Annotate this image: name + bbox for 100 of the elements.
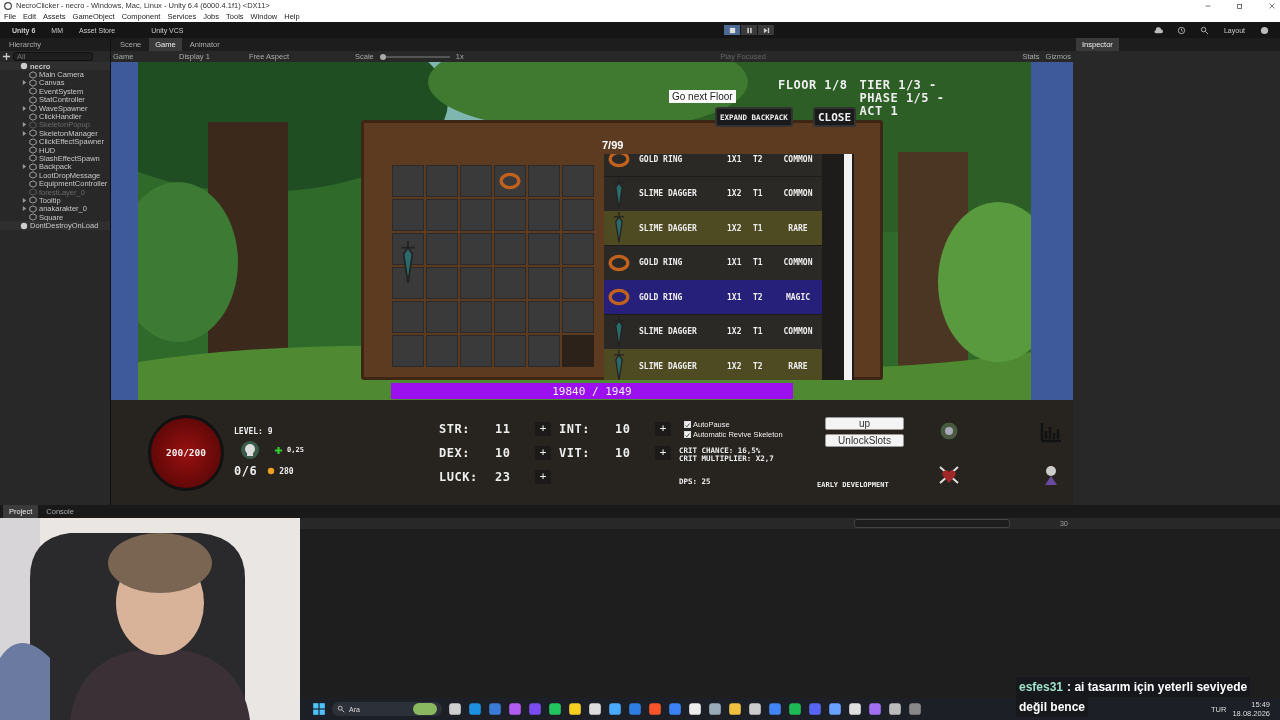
history-icon[interactable] bbox=[1176, 25, 1186, 35]
increase-button[interactable]: + bbox=[535, 445, 551, 460]
tier-label: T1 bbox=[753, 223, 764, 233]
search-field[interactable] bbox=[853, 519, 1010, 528]
increase-button[interactable]: + bbox=[655, 421, 671, 436]
size-label: 1X1 bbox=[727, 292, 743, 302]
rarity-label: COMMON bbox=[782, 327, 814, 336]
search-icon[interactable] bbox=[1199, 25, 1209, 35]
app-icon[interactable] bbox=[448, 702, 462, 716]
rarity-label: MAGIC bbox=[784, 292, 812, 302]
stat-value: 10 bbox=[495, 445, 512, 460]
expand-arrow-icon[interactable] bbox=[22, 80, 27, 86]
tier-label: T2 bbox=[753, 292, 764, 302]
item-count: 7/99 bbox=[602, 139, 624, 151]
stat-value: 11 bbox=[495, 421, 512, 436]
size-label: 1X2 bbox=[727, 223, 743, 233]
stat-label: DEX: bbox=[439, 445, 471, 460]
tier-label: T1 bbox=[753, 327, 764, 336]
rarity-label: COMMON bbox=[782, 154, 814, 164]
size-label: 1X2 bbox=[727, 361, 743, 371]
item-row[interactable]: GOLD RING 1X1 T2 COMMON bbox=[604, 154, 822, 176]
rarity-label: COMMON bbox=[782, 258, 814, 267]
skeleton-count: 0/6 bbox=[234, 464, 258, 478]
hud-button[interactable]: up bbox=[825, 416, 904, 430]
item-row[interactable]: SLIME DAGGER 1X2 T1 COMMON bbox=[604, 176, 822, 211]
stat-value: 10 bbox=[615, 421, 632, 436]
stop-icon bbox=[728, 26, 736, 34]
windows-icon[interactable] bbox=[312, 702, 326, 716]
floor-label: FLOOR 1/8 bbox=[778, 79, 848, 92]
app-icon[interactable] bbox=[688, 702, 702, 716]
item-row[interactable]: GOLD RING 1X1 T1 COMMON bbox=[604, 245, 822, 280]
item-name: SLIME DAGGER bbox=[639, 361, 698, 371]
tier-label: T2 bbox=[753, 154, 764, 164]
expand-arrow-icon[interactable] bbox=[22, 164, 27, 170]
chat-message: : ai tasarım için yeterli seviyede bbox=[1067, 679, 1248, 696]
item-row[interactable]: SLIME DAGGER 1X2 T1 COMMON bbox=[604, 314, 822, 349]
app-icon[interactable] bbox=[888, 702, 902, 716]
dagger-icon bbox=[399, 241, 417, 285]
slider-thumb[interactable] bbox=[379, 53, 386, 60]
checkbox[interactable] bbox=[684, 430, 691, 438]
scrollbar[interactable] bbox=[844, 154, 852, 380]
help-icon[interactable] bbox=[1260, 25, 1269, 35]
item-name: SLIME DAGGER bbox=[639, 327, 698, 336]
rarity-label: RARE bbox=[787, 223, 809, 233]
chat-username: esfes31 bbox=[1019, 679, 1064, 696]
hud-button[interactable]: UnlockSlots bbox=[825, 433, 904, 447]
increase-button[interactable]: + bbox=[655, 445, 671, 460]
item-name: SLIME DAGGER bbox=[639, 189, 698, 198]
inventory-slot[interactable] bbox=[494, 165, 526, 197]
item-row[interactable]: SLIME DAGGER 1X2 T1 RARE bbox=[604, 211, 822, 245]
app-icon[interactable] bbox=[788, 702, 802, 716]
item-name: GOLD RING bbox=[639, 154, 684, 164]
close-icon[interactable] bbox=[1268, 1, 1276, 10]
increase-button[interactable]: + bbox=[535, 469, 551, 484]
tier-label: T1 bbox=[753, 258, 764, 267]
search-icon bbox=[337, 705, 345, 713]
tier-label: T1 bbox=[753, 189, 764, 198]
app-icon[interactable] bbox=[748, 702, 762, 716]
item-row[interactable]: GOLD RING 1X1 T2 MAGIC bbox=[604, 280, 822, 314]
stat-label: VIT: bbox=[559, 445, 591, 460]
item-name: GOLD RING bbox=[639, 292, 684, 302]
app-icon[interactable] bbox=[588, 702, 602, 716]
coin-icon bbox=[267, 467, 276, 475]
app-icon[interactable] bbox=[608, 702, 622, 716]
size-label: 1X2 bbox=[727, 189, 743, 198]
app-icon[interactable] bbox=[828, 702, 842, 716]
app-icon[interactable] bbox=[848, 702, 862, 716]
pause-icon bbox=[745, 26, 753, 34]
size-label: 1X2 bbox=[727, 327, 743, 336]
app-icon[interactable] bbox=[548, 702, 562, 716]
stat-label: STR: bbox=[439, 421, 471, 436]
play-button[interactable] bbox=[724, 25, 741, 35]
step-button[interactable] bbox=[758, 25, 775, 35]
ring-icon bbox=[499, 172, 521, 190]
item-row[interactable]: SLIME DAGGER 1X2 T2 RARE bbox=[604, 349, 822, 380]
item-name: SLIME DAGGER bbox=[639, 223, 698, 233]
rarity-label: COMMON bbox=[782, 189, 814, 198]
rarity-label: RARE bbox=[787, 361, 809, 371]
health-value: 200/200 bbox=[165, 447, 206, 458]
app-icon[interactable] bbox=[708, 702, 722, 716]
cloud-icon[interactable] bbox=[1153, 25, 1163, 35]
increase-button[interactable]: + bbox=[535, 421, 551, 436]
app-icon[interactable] bbox=[568, 702, 582, 716]
xp-value: 19840 / 1949 bbox=[552, 384, 632, 398]
expand-arrow-icon[interactable] bbox=[22, 105, 27, 111]
tier-label: T2 bbox=[753, 361, 764, 371]
scene-icon bbox=[20, 221, 28, 230]
pause-button[interactable] bbox=[741, 25, 758, 35]
stat-value: 10 bbox=[615, 445, 632, 460]
add-icon[interactable] bbox=[2, 52, 11, 61]
next-floor-button[interactable]: Go next Floor bbox=[669, 90, 736, 103]
plus-icon bbox=[274, 445, 283, 455]
close-button[interactable]: CLOSE bbox=[813, 107, 857, 127]
stat-label: INT: bbox=[559, 421, 591, 436]
scene-icon bbox=[20, 62, 28, 71]
restore-icon[interactable] bbox=[1236, 1, 1244, 10]
item-name: GOLD RING bbox=[639, 258, 684, 267]
stat-label: LUCK: bbox=[439, 469, 479, 484]
checkbox[interactable] bbox=[684, 420, 691, 428]
app-icon[interactable] bbox=[728, 702, 742, 716]
